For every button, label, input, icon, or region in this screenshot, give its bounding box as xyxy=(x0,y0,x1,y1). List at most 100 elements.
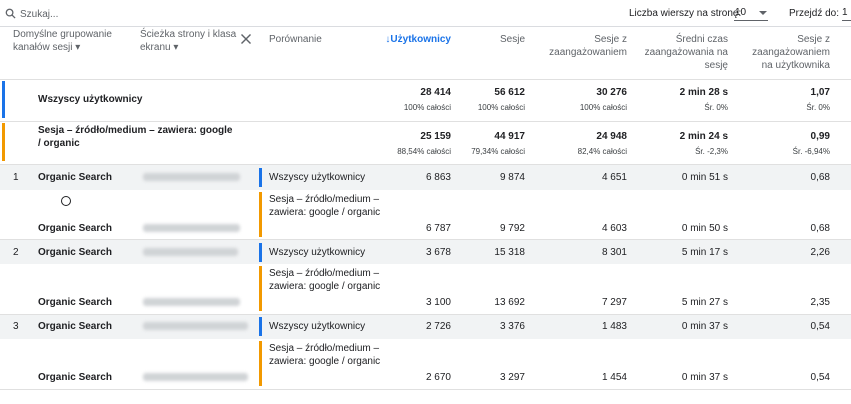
rows-per-page-select[interactable]: 10 xyxy=(734,4,768,21)
column-header-engaged-per-user[interactable]: Sesje z zaangażowaniem na użytkownika xyxy=(740,33,830,85)
row-engaged: 4 651 xyxy=(601,172,627,183)
row-users: 6 787 xyxy=(425,223,451,234)
total-per-user: 1,07 xyxy=(810,87,830,98)
redacted-page-path xyxy=(143,224,240,232)
total-sessions-share: 100% całości xyxy=(477,103,525,112)
row-channel: Organic Search xyxy=(38,172,112,183)
total-avg-time-delta: Śr. 0% xyxy=(704,103,728,112)
row-per-user: 2,35 xyxy=(810,297,830,308)
row-sessions: 9 874 xyxy=(499,172,525,183)
segment-color-bar xyxy=(259,317,262,336)
close-icon[interactable] xyxy=(240,33,252,45)
segment-color-bar xyxy=(259,266,262,311)
rows-per-page-label: Liczba wierszy na stronę: xyxy=(629,8,742,19)
row-index: 1 xyxy=(13,172,19,183)
row-engaged: 1 483 xyxy=(601,321,627,332)
column-header-label: Domyślne grupowanie kanałów sesji xyxy=(13,29,112,53)
row-segment: Wszyscy użytkownicy xyxy=(269,247,366,258)
total-users-share: 88,54% całości xyxy=(397,147,451,156)
row-users: 3 100 xyxy=(425,297,451,308)
goto-page-input[interactable]: 1 xyxy=(842,4,851,21)
total-per-user-delta: Śr. 0% xyxy=(806,103,830,112)
column-header-users[interactable]: ↓Użytkownicy xyxy=(380,33,451,85)
segment-label: Wszyscy użytkownicy xyxy=(38,94,143,105)
row-sessions: 9 792 xyxy=(499,223,525,234)
row-engaged: 1 454 xyxy=(601,372,627,383)
total-per-user: 0,99 xyxy=(810,131,830,142)
row-avg-time: 5 min 17 s xyxy=(681,247,728,258)
table-toolbar: Liczba wierszy na stronę: 10 Przejdź do:… xyxy=(0,0,851,27)
segment-color-bar xyxy=(259,168,262,187)
row-engaged: 8 301 xyxy=(601,247,627,258)
column-header-engaged-sessions[interactable]: Sesje z zaangażowaniem xyxy=(540,33,627,85)
column-header-sessions[interactable]: Sesje xyxy=(460,33,525,85)
redacted-page-path xyxy=(143,322,248,330)
redacted-page-path xyxy=(143,248,238,256)
redacted-page-path xyxy=(143,298,240,306)
segment-color-bar xyxy=(259,243,262,262)
search-icon[interactable] xyxy=(5,8,16,19)
total-avg-time: 2 min 24 s xyxy=(679,131,728,142)
row-engaged: 4 603 xyxy=(601,223,627,234)
row-channel: Organic Search xyxy=(38,372,112,383)
row-users: 6 863 xyxy=(425,172,451,183)
total-avg-time: 2 min 28 s xyxy=(679,87,728,98)
row-per-user: 0,54 xyxy=(810,321,830,332)
row-segment: Sesja – źródło/medium – zawiera: google … xyxy=(269,343,381,367)
segment-color-bar xyxy=(2,123,5,161)
row-avg-time: 0 min 51 s xyxy=(681,172,728,183)
row-per-user: 0,68 xyxy=(810,223,830,234)
row-sessions: 15 318 xyxy=(494,247,525,258)
row-index: 2 xyxy=(13,247,19,258)
total-users: 25 159 xyxy=(420,131,451,142)
row-engaged: 7 297 xyxy=(601,297,627,308)
row-users: 2 670 xyxy=(425,372,451,383)
row-users: 3 678 xyxy=(425,247,451,258)
row-segment: Sesja – źródło/medium – zawiera: google … xyxy=(269,268,381,292)
row-per-user: 0,68 xyxy=(810,172,830,183)
total-sessions: 56 612 xyxy=(494,87,525,98)
column-header-channel-group[interactable]: Domyślne grupowanie kanałów sesji ▾ xyxy=(13,28,128,80)
total-sessions: 44 917 xyxy=(494,131,525,142)
rows-per-page-value: 10 xyxy=(735,7,747,18)
goto-page-label: Przejdź do: xyxy=(789,8,840,19)
caret-down-icon: ▾ xyxy=(170,42,179,53)
divider xyxy=(0,79,851,80)
total-users-share: 100% całości xyxy=(403,103,451,112)
row-channel: Organic Search xyxy=(38,247,112,258)
chevron-down-icon xyxy=(759,11,767,15)
column-header-label: Ścieżka strony i klasa ekranu xyxy=(140,29,237,53)
segment-color-bar xyxy=(2,81,5,118)
segment-color-bar xyxy=(259,341,262,386)
row-per-user: 2,26 xyxy=(810,247,830,258)
total-engaged-share: 82,4% całości xyxy=(577,147,627,156)
row-index: 3 xyxy=(13,321,19,332)
search-input[interactable] xyxy=(20,7,320,21)
redacted-page-path xyxy=(143,173,240,181)
segment-color-bar xyxy=(259,192,262,237)
total-engaged: 24 948 xyxy=(596,131,627,142)
row-segment: Wszyscy użytkownicy xyxy=(269,172,366,183)
row-sessions: 13 692 xyxy=(494,297,525,308)
segment-label: Sesja – źródło/medium – zawiera: google … xyxy=(38,125,233,149)
row-channel: Organic Search xyxy=(38,223,112,234)
row-avg-time: 5 min 27 s xyxy=(681,297,728,308)
row-avg-time: 0 min 37 s xyxy=(681,321,728,332)
total-engaged: 30 276 xyxy=(596,87,627,98)
row-segment: Wszyscy użytkownicy xyxy=(269,321,366,332)
row-per-user: 0,54 xyxy=(810,372,830,383)
row-avg-time: 0 min 37 s xyxy=(681,372,728,383)
column-header-comparison: Porównanie xyxy=(269,34,322,45)
divider xyxy=(0,389,851,390)
total-per-user-delta: Śr. -6,94% xyxy=(792,147,830,156)
row-sessions: 3 297 xyxy=(499,372,525,383)
column-header-label: Użytkownicy xyxy=(390,34,451,45)
caret-down-icon: ▾ xyxy=(72,42,81,53)
mouse-cursor-icon xyxy=(61,196,71,206)
row-users: 2 726 xyxy=(425,321,451,332)
column-header-page-path[interactable]: Ścieżka strony i klasa ekranu ▾ xyxy=(140,28,240,80)
row-channel: Organic Search xyxy=(38,297,112,308)
column-header-avg-engagement-time[interactable]: Średni czas zaangażowania na sesję xyxy=(640,33,728,85)
redacted-page-path xyxy=(143,373,248,381)
total-users: 28 414 xyxy=(420,87,451,98)
